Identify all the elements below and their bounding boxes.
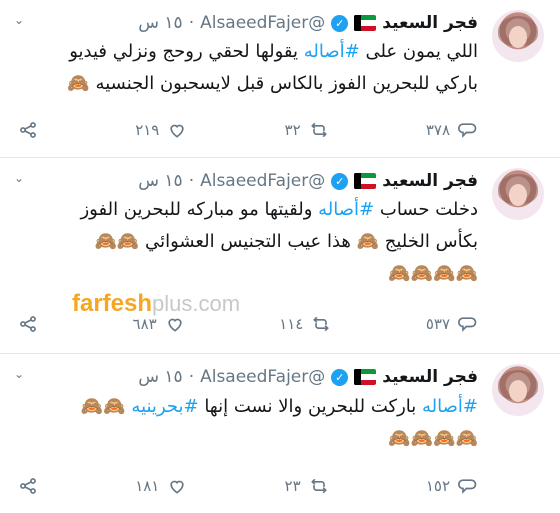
- tweet-line: 🙈🙈🙈🙈: [388, 428, 478, 449]
- tweet-header: فجر السعيد ✓ @AlsaeedFajer · ١٥ س: [138, 168, 478, 194]
- tweet-header: فجر السعيد ✓ @AlsaeedFajer · ١٥ س: [138, 364, 478, 390]
- timestamp[interactable]: ١٥ س: [138, 171, 182, 191]
- tweet-1[interactable]: فجر السعيد ✓ @AlsaeedFajer · ١٥ س ⌄ اللي…: [0, 0, 560, 158]
- share-icon: [20, 316, 36, 332]
- kuwait-flag-icon: [354, 15, 377, 31]
- tweet-3[interactable]: فجر السعيد ✓ @AlsaeedFajer · ١٥ س ⌄ #أصا…: [0, 354, 560, 513]
- like-count: ١٨١: [135, 477, 160, 495]
- share-button[interactable]: [18, 120, 38, 140]
- action-bar: ١٥٢ ٢٣ ١٨١: [18, 474, 478, 498]
- hashtag-link[interactable]: #أصاله: [422, 396, 478, 417]
- handle[interactable]: @AlsaeedFajer: [200, 13, 325, 33]
- tweet-line: بكأس الخليج 🙈 هذا عيب التجنيس العشوائي 🙈…: [94, 231, 478, 252]
- tweet-text: #أصاله باركت للبحرين والا نست إنها #بحري…: [16, 391, 478, 455]
- hashtag-link[interactable]: #بحرينيه: [131, 396, 198, 417]
- tweet-text: اللي يمون على #أصاله يقولها لحقي روحج ون…: [16, 36, 478, 100]
- tweet-line: باركي للبحرين الفوز بالكاس قبل لايسحبون …: [67, 73, 478, 94]
- display-name[interactable]: فجر السعيد: [382, 171, 478, 191]
- display-name[interactable]: فجر السعيد: [382, 367, 478, 387]
- watermark-logo: farfeshplus.com: [72, 290, 241, 317]
- retweet-button[interactable]: ٣٢: [285, 120, 329, 140]
- avatar[interactable]: [492, 168, 544, 220]
- tweet-2[interactable]: فجر السعيد ✓ @AlsaeedFajer · ١٥ س ⌄ دخلت…: [0, 158, 560, 354]
- retweet-count: ٢٣: [284, 477, 301, 495]
- timestamp[interactable]: ١٥ س: [138, 367, 182, 387]
- verified-badge-icon: ✓: [331, 172, 349, 190]
- share-icon: [20, 478, 36, 494]
- tweet-line: دخلت حساب #أصاله ولقيتها مو مباركه للبحر…: [80, 199, 478, 220]
- share-icon: [20, 122, 36, 138]
- chevron-down-icon[interactable]: ⌄: [14, 171, 24, 185]
- retweet-count: ٣٢: [284, 121, 301, 139]
- like-button[interactable]: ١٨١: [135, 476, 187, 496]
- reply-count: ٣٧٨: [425, 121, 450, 139]
- reply-count: ١٥٢: [425, 477, 450, 495]
- retweet-button[interactable]: ٢٣: [285, 476, 329, 496]
- verified-badge-icon: ✓: [331, 14, 349, 32]
- share-button[interactable]: [18, 476, 38, 496]
- tweet-header: فجر السعيد ✓ @AlsaeedFajer · ١٥ س: [138, 10, 478, 36]
- reply-icon: [458, 123, 477, 138]
- separator-dot: ·: [188, 13, 195, 33]
- tweet-line: اللي يمون على #أصاله يقولها لحقي روحج ون…: [69, 41, 478, 62]
- handle[interactable]: @AlsaeedFajer: [200, 171, 325, 191]
- chevron-down-icon[interactable]: ⌄: [14, 13, 24, 27]
- like-count: ٢١٩: [135, 121, 160, 139]
- separator-dot: ·: [188, 171, 195, 191]
- timestamp[interactable]: ١٥ س: [138, 13, 182, 33]
- like-icon: [170, 480, 185, 494]
- share-button[interactable]: [18, 314, 38, 334]
- reply-button[interactable]: ٥٣٧: [426, 314, 478, 334]
- separator-dot: ·: [188, 367, 195, 387]
- reply-icon: [458, 317, 477, 332]
- retweet-count: ١١٤: [279, 315, 304, 333]
- tweet-line: #أصاله باركت للبحرين والا نست إنها #بحري…: [80, 396, 478, 417]
- tweet-text: دخلت حساب #أصاله ولقيتها مو مباركه للبحر…: [16, 194, 478, 290]
- avatar[interactable]: [492, 10, 544, 62]
- like-button[interactable]: ٢١٩: [135, 120, 187, 140]
- reply-icon: [458, 479, 477, 494]
- reply-button[interactable]: ٣٧٨: [426, 120, 478, 140]
- retweet-icon: [313, 316, 330, 332]
- reply-count: ٥٣٧: [425, 315, 450, 333]
- tweet-line: 🙈🙈🙈🙈: [388, 263, 478, 284]
- action-bar: ٣٧٨ ٣٢ ٢١٩: [18, 118, 478, 142]
- display-name[interactable]: فجر السعيد: [382, 13, 478, 33]
- hashtag-link[interactable]: #أصاله: [318, 199, 374, 220]
- chevron-down-icon[interactable]: ⌄: [14, 367, 24, 381]
- retweet-icon: [310, 478, 327, 494]
- avatar[interactable]: [492, 364, 544, 416]
- retweet-icon: [310, 122, 327, 138]
- reply-button[interactable]: ١٥٢: [426, 476, 478, 496]
- verified-badge-icon: ✓: [331, 368, 349, 386]
- kuwait-flag-icon: [354, 369, 377, 385]
- like-icon: [170, 124, 185, 138]
- kuwait-flag-icon: [354, 173, 377, 189]
- handle[interactable]: @AlsaeedFajer: [200, 367, 325, 387]
- retweet-button[interactable]: ١١٤: [279, 314, 331, 334]
- hashtag-link[interactable]: #أصاله: [304, 41, 360, 62]
